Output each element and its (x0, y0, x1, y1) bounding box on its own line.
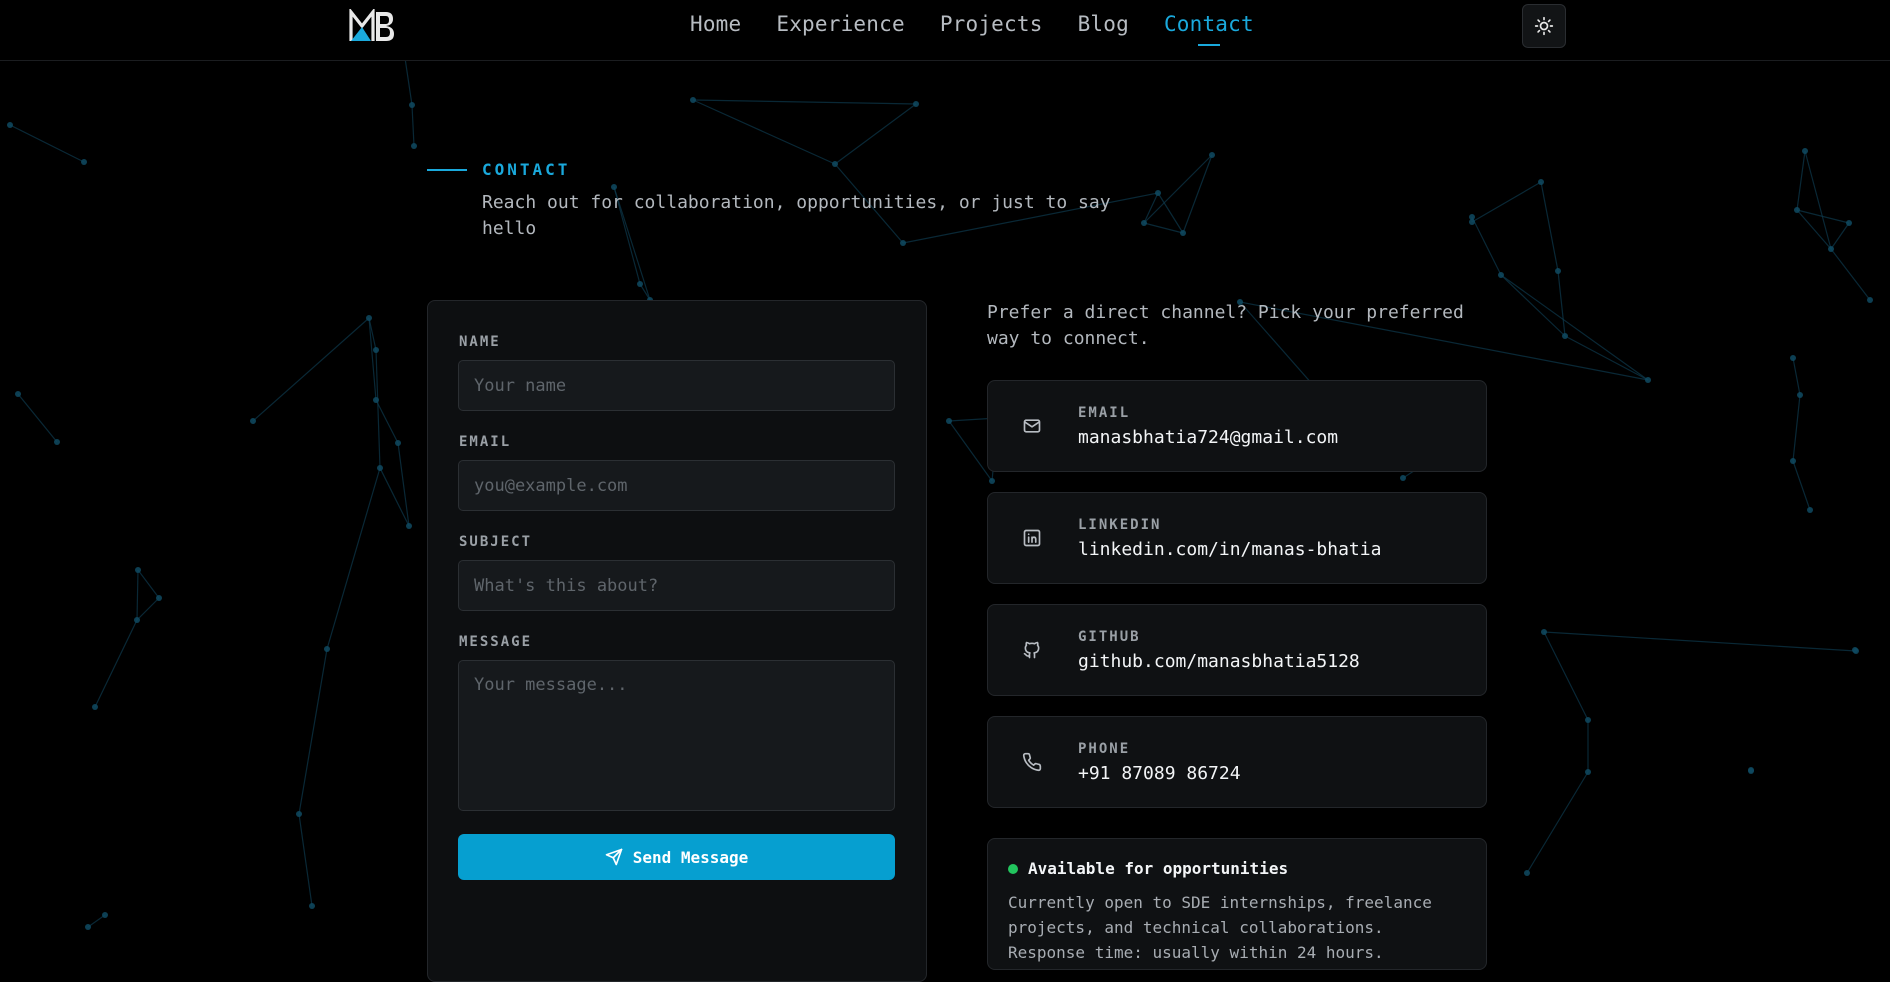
availability-text: Currently open to SDE internships, freel… (1008, 893, 1432, 962)
sun-icon (1534, 16, 1554, 36)
availability-title: Available for opportunities (1028, 859, 1289, 878)
theme-toggle-button[interactable] (1522, 4, 1566, 48)
nav-projects[interactable]: Projects (940, 12, 1043, 36)
section-label: CONTACT (482, 160, 571, 179)
phone-icon (1022, 752, 1042, 772)
name-label: NAME (459, 334, 501, 350)
github-link[interactable]: github.com/manasbhatia5128 (1078, 651, 1360, 672)
section-accent-line (427, 169, 467, 171)
phone-link[interactable]: +91 87089 86724 (1078, 763, 1241, 784)
github-icon (1023, 641, 1040, 659)
channel-label: EMAIL (1078, 405, 1131, 421)
contact-section: CONTACT Reach out for collaboration, opp… (0, 0, 1890, 982)
nav-contact[interactable]: Contact (1164, 12, 1254, 36)
channel-label: PHONE (1078, 741, 1131, 757)
channel-label: GITHUB (1078, 629, 1141, 645)
logo-icon[interactable] (349, 9, 397, 43)
channel-label: LINKEDIN (1078, 517, 1162, 533)
section-subtitle: Reach out for collaboration, opportuniti… (482, 192, 1111, 239)
channel-card-phone[interactable]: PHONE +91 87089 86724 (987, 716, 1487, 808)
linkedin-link[interactable]: linkedin.com/in/manas-bhatia (1078, 539, 1381, 560)
email-label: EMAIL (459, 434, 512, 450)
availability-card: Available for opportunities Currently op… (987, 838, 1487, 970)
send-icon (605, 848, 623, 866)
send-button-label: Send Message (632, 847, 749, 867)
message-textarea[interactable] (458, 660, 895, 811)
top-navbar: Home Experience Projects Blog Contact (0, 0, 1890, 61)
channel-card-linkedin[interactable]: LINKEDIN linkedin.com/in/manas-bhatia (987, 492, 1487, 584)
email-link[interactable]: manasbhatia724@gmail.com (1078, 427, 1338, 448)
channel-card-github[interactable]: GITHUB github.com/manasbhatia5128 (987, 604, 1487, 696)
nav-menu: Home Experience Projects Blog Contact (690, 12, 1254, 36)
channel-card-email[interactable]: EMAIL manasbhatia724@gmail.com (987, 380, 1487, 472)
subject-input[interactable] (458, 560, 895, 611)
email-input[interactable] (458, 460, 895, 511)
mail-icon (1023, 419, 1041, 433)
name-input[interactable] (458, 360, 895, 411)
message-label: MESSAGE (459, 634, 533, 650)
nav-home[interactable]: Home (690, 12, 741, 36)
nav-blog[interactable]: Blog (1078, 12, 1129, 36)
status-dot-icon (1008, 864, 1018, 874)
nav-experience[interactable]: Experience (776, 12, 904, 36)
subject-label: SUBJECT (459, 534, 533, 550)
linkedin-icon (1023, 529, 1041, 547)
send-message-button[interactable]: Send Message (458, 834, 895, 880)
channels-intro: Prefer a direct channel? Pick your prefe… (987, 302, 1464, 349)
contact-form: NAME EMAIL SUBJECT MESSAGE Send Message (427, 300, 927, 982)
